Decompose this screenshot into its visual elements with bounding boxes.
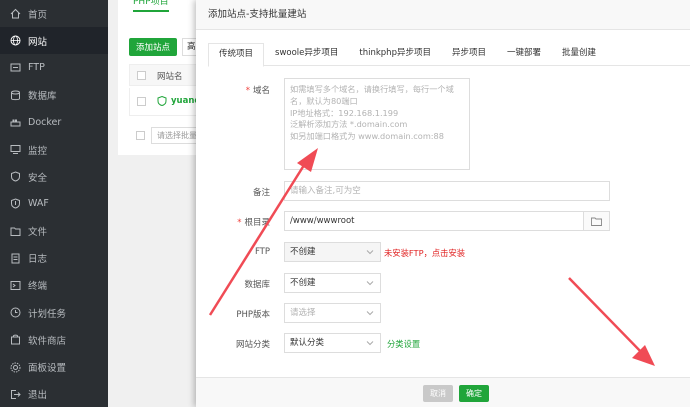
browse-folder-button[interactable]: [583, 211, 610, 231]
waf-icon: [10, 198, 21, 209]
clock-icon: [10, 307, 21, 318]
sidebar-item-label: 计划任务: [28, 308, 67, 320]
docker-icon: [10, 117, 21, 128]
sidebar-item-6[interactable]: 安全: [0, 163, 108, 190]
site-category-label: 网站分类: [235, 340, 270, 350]
sidebar-item-10[interactable]: 终端: [0, 272, 108, 299]
sidebar-item-label: 安全: [28, 172, 48, 184]
sidebar-item-label: 首页: [28, 9, 48, 21]
php-version-placeholder: 请选择: [290, 308, 316, 318]
remark-input[interactable]: 请输入备注,可为空: [284, 181, 610, 201]
sidebar-item-label: 日志: [28, 254, 48, 266]
domain-placeholder-line: 泛解析添加方法 *.domain.com: [290, 119, 408, 130]
sidebar-item-0[interactable]: 首页: [0, 0, 108, 27]
tab-3[interactable]: 异步项目: [442, 43, 496, 66]
ftp-select[interactable]: 不创建: [284, 242, 381, 262]
chevron-down-icon: [366, 311, 374, 316]
database-select-value: 不创建: [290, 278, 316, 288]
tab-4[interactable]: 一键部署: [497, 43, 551, 66]
sidebar-item-label: 监控: [28, 145, 48, 157]
database-select[interactable]: 不创建: [284, 273, 381, 293]
root-dir-label: * 根目录: [237, 218, 270, 228]
tab-php-project[interactable]: PHP项目: [133, 0, 169, 12]
ftp-icon: [10, 62, 21, 73]
sidebar-item-5[interactable]: 监控: [0, 136, 108, 163]
tab-0[interactable]: 传统项目: [208, 43, 265, 67]
sidebar-item-9[interactable]: 日志: [0, 245, 108, 272]
sidebar-item-4[interactable]: Docker: [0, 109, 108, 136]
sidebar-item-label: 文件: [28, 227, 48, 239]
sidebar-item-label: Docker: [28, 116, 62, 128]
chevron-down-icon: [366, 281, 374, 286]
tab-2[interactable]: thinkphp异步项目: [349, 43, 441, 66]
site-category-value: 默认分类: [290, 338, 325, 348]
sidebar-item-1[interactable]: 网站: [0, 27, 108, 55]
sidebar-item-11[interactable]: 计划任务: [0, 299, 108, 326]
sidebar-item-3[interactable]: 数据库: [0, 82, 108, 109]
monitor-icon: [10, 144, 21, 155]
domain-placeholder-line: 如需填写多个域名，请换行填写，每行一个域名，默认为80端口: [290, 84, 454, 106]
sidebar-item-14[interactable]: 退出: [0, 381, 108, 407]
sidebar-item-8[interactable]: 文件: [0, 218, 108, 245]
sidebar-item-label: 终端: [28, 281, 48, 293]
domain-label: * 域名: [245, 86, 270, 96]
ftp-select-value: 不创建: [290, 247, 316, 257]
install-ftp-link[interactable]: 未安装FTP，点击安装: [384, 247, 465, 259]
sidebar-item-label: 网站: [28, 36, 48, 48]
sidebar-item-12[interactable]: 软件商店: [0, 326, 108, 353]
domain-placeholder-line: 如另加端口格式为 www.domain.com:88: [290, 131, 444, 142]
folder-icon: [591, 217, 602, 226]
batch-checkbox[interactable]: [136, 131, 145, 140]
tab-1[interactable]: swoole异步项目: [265, 43, 348, 66]
domain-placeholder-line: IP地址格式：192.168.1.199: [290, 107, 399, 118]
settings-icon: [10, 362, 21, 373]
add-site-dialog: 添加站点-支持批量建站 传统项目 swoole异步项目 thinkphp异步项目 异步…: [196, 0, 690, 407]
sidebar-item-label: FTP: [28, 62, 45, 74]
globe-icon: [10, 35, 21, 46]
home-icon: [10, 8, 21, 19]
ftp-label: FTP: [254, 247, 270, 257]
shield-icon: [10, 171, 21, 182]
sidebar-item-label: 退出: [28, 390, 48, 402]
dialog-title: 添加站点-支持批量建站: [196, 0, 690, 30]
folder-icon: [10, 226, 21, 237]
sidebar-item-label: 面板设置: [28, 363, 67, 375]
php-version-label: PHP版本: [236, 310, 270, 320]
project-type-tabs: 传统项目 swoole异步项目 thinkphp异步项目 异步项目 一键部署 批量创建: [208, 43, 690, 67]
row-checkbox[interactable]: [137, 97, 146, 106]
domain-textarea[interactable]: 如需填写多个域名，请换行填写，每行一个域名，默认为80端口 IP地址格式：192.…: [284, 78, 470, 170]
confirm-button[interactable]: 确定: [459, 385, 489, 402]
ssl-shield-icon: [157, 96, 167, 106]
log-icon: [10, 253, 21, 264]
chevron-down-icon: [366, 250, 374, 255]
sidebar-item-label: 软件商店: [28, 335, 67, 347]
remark-label: 备注: [252, 188, 270, 198]
sidebar-item-7[interactable]: WAF: [0, 190, 108, 217]
terminal-icon: [10, 280, 21, 291]
logout-icon: [10, 389, 21, 400]
category-settings-link[interactable]: 分类设置: [387, 338, 420, 350]
sidebar-item-label: WAF: [28, 198, 49, 210]
cancel-button[interactable]: 取消: [423, 385, 453, 402]
store-icon: [10, 334, 21, 345]
php-version-select[interactable]: 请选择: [284, 303, 381, 323]
chevron-down-icon: [366, 341, 374, 346]
header-site-name: 网站名: [157, 72, 183, 82]
database-label: 数据库: [244, 280, 270, 290]
tab-5[interactable]: 批量创建: [552, 43, 606, 66]
site-category-select[interactable]: 默认分类: [284, 333, 381, 353]
root-dir-input[interactable]: /www/wwwroot: [284, 211, 584, 231]
select-all-checkbox[interactable]: [137, 71, 146, 80]
sidebar-item-label: 数据库: [28, 91, 57, 103]
sidebar-item-2[interactable]: FTP: [0, 54, 108, 81]
sidebar-item-13[interactable]: 面板设置: [0, 353, 108, 380]
add-site-button[interactable]: 添加站点: [129, 38, 177, 56]
database-icon: [10, 90, 21, 101]
sidebar: 首页网站 FTP 数据库 Docker 监控安全 WAF 文件日志终端计划任务软件商店面板设…: [0, 0, 108, 407]
